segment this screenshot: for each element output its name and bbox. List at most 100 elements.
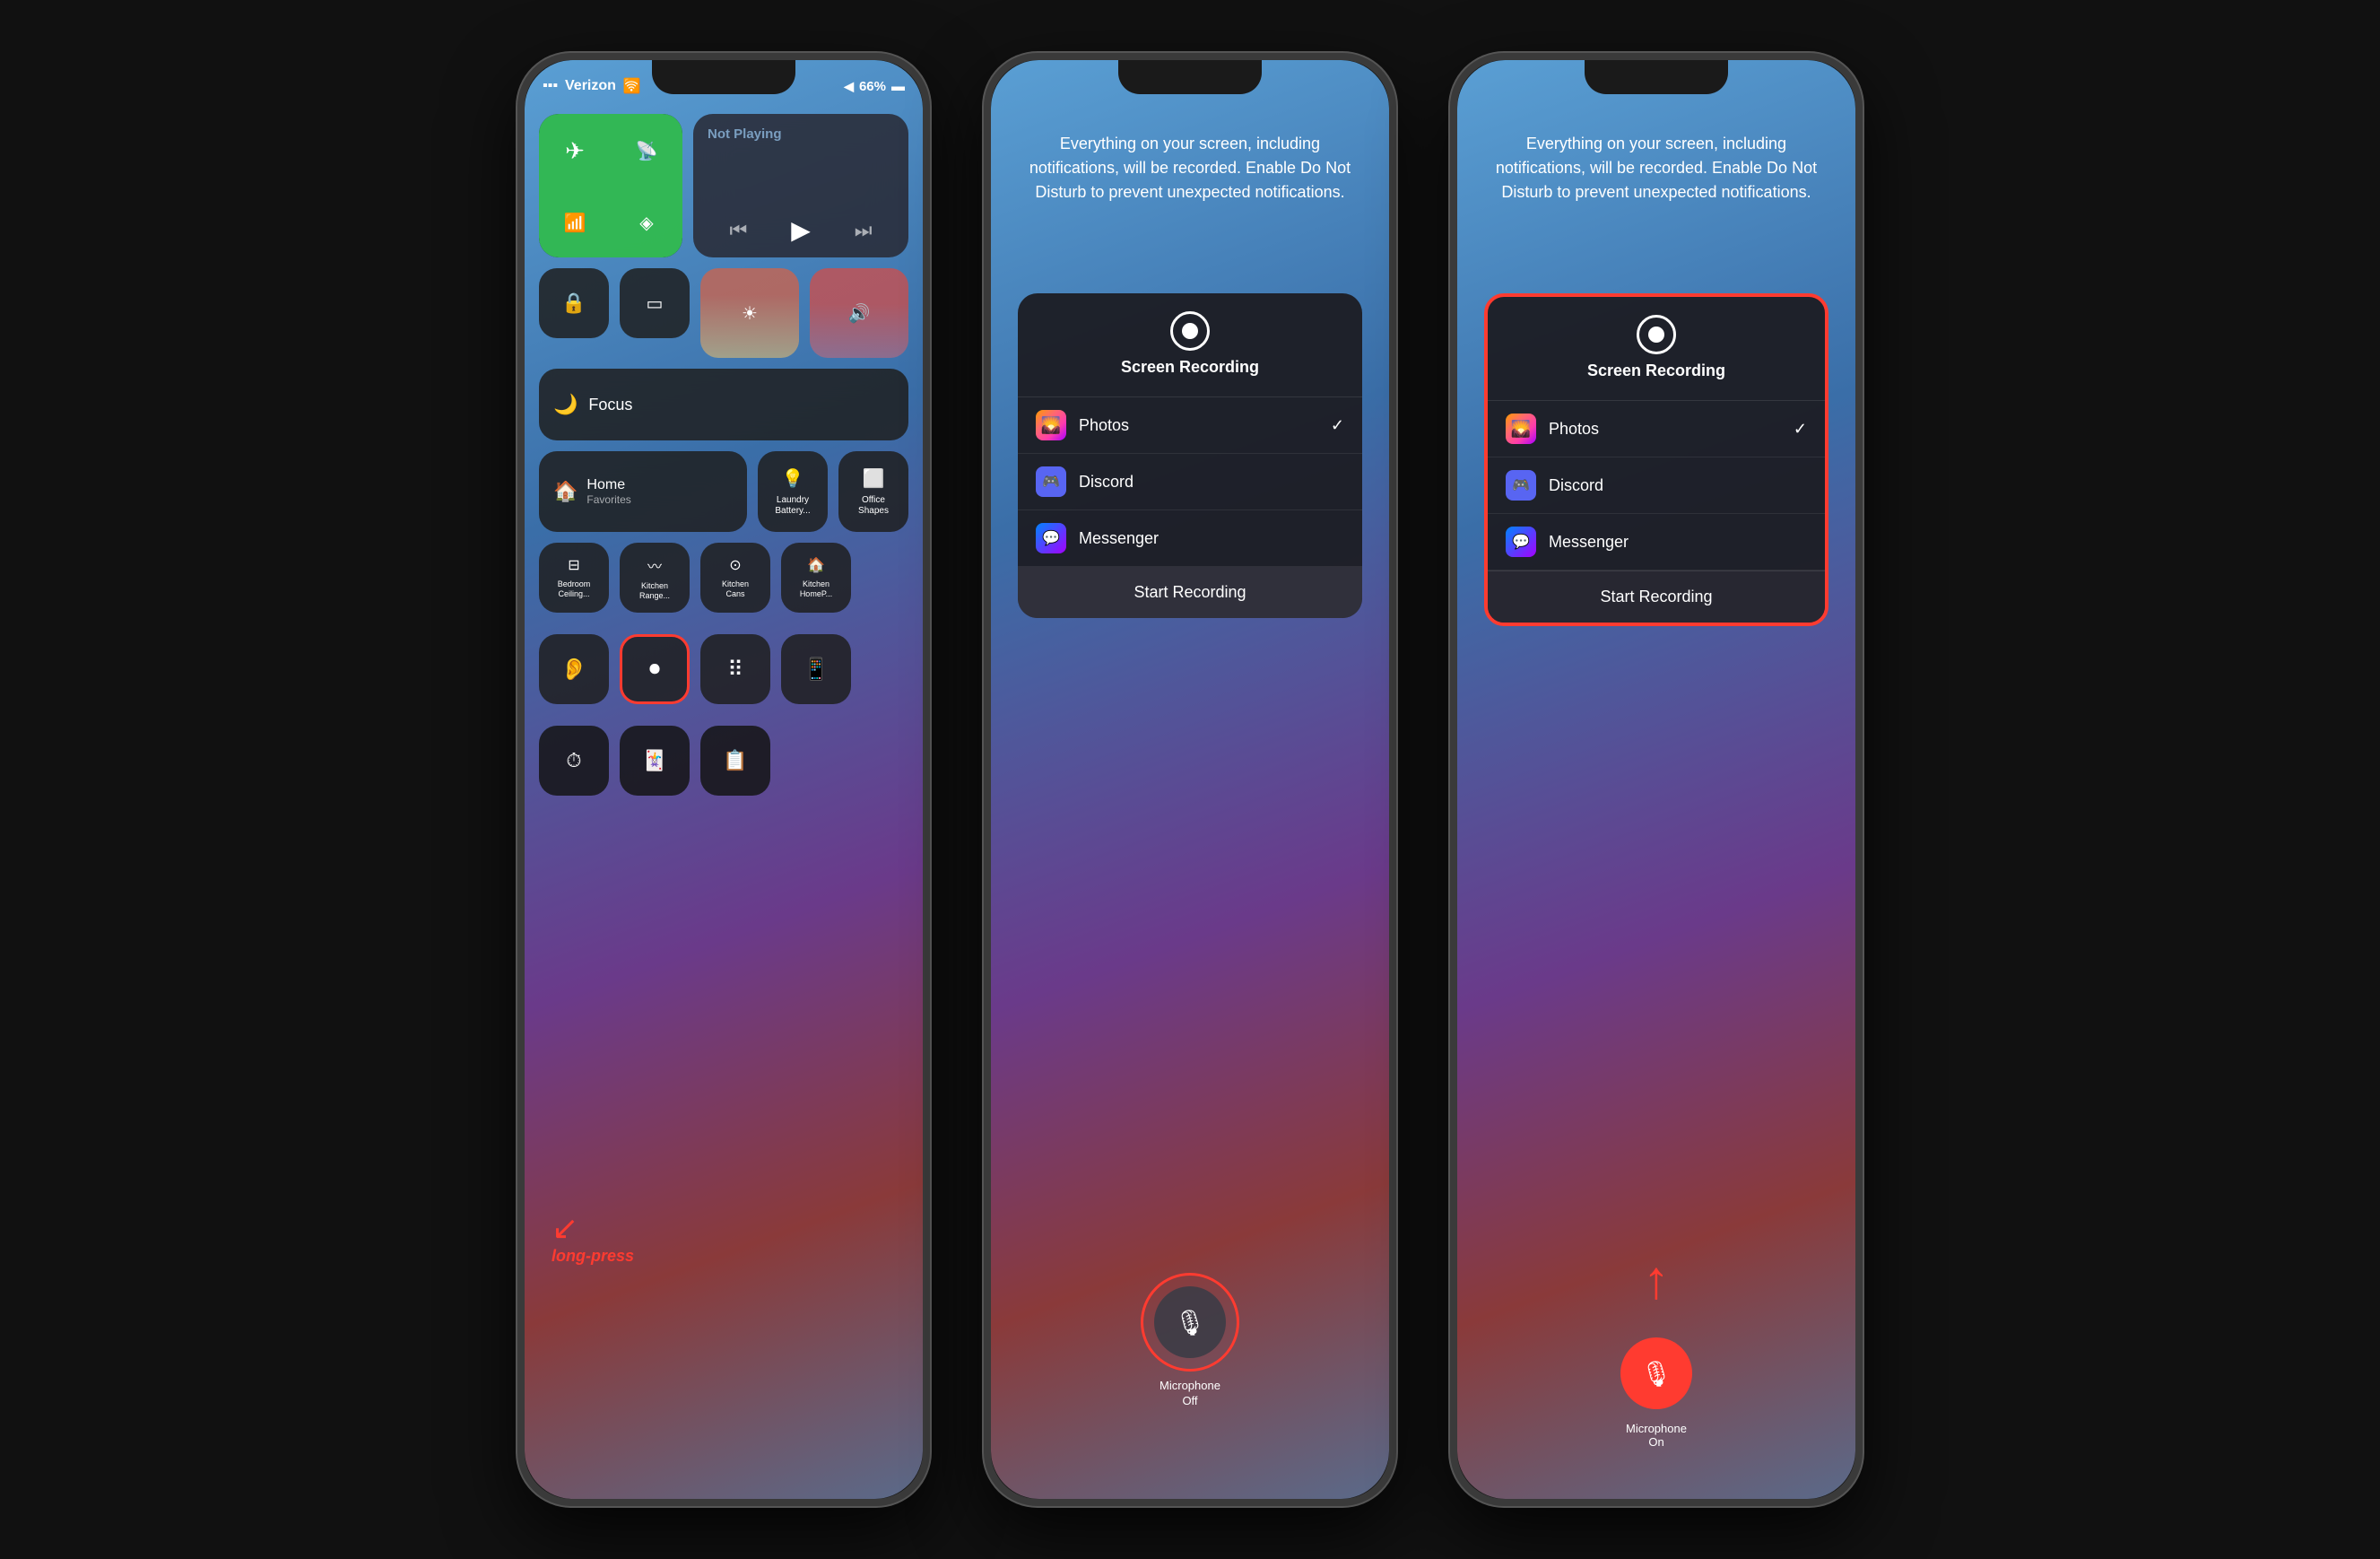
focus-label: Focus — [588, 396, 632, 414]
brightness-icon: ☀ — [742, 302, 758, 325]
now-playing-title: Not Playing — [708, 126, 894, 142]
kitchen-range-icon: 〰 — [647, 554, 662, 576]
photos-app-item[interactable]: 🌄 Photos ✓ — [1018, 397, 1362, 454]
record-circle-icon — [1170, 311, 1210, 351]
screen-record-button[interactable]: ⏺ — [620, 634, 690, 704]
recording-notice-2: Everything on your screen, including not… — [1018, 132, 1362, 205]
notch-2 — [1118, 60, 1262, 94]
discord-app-item[interactable]: 🎮 Discord — [1018, 454, 1362, 510]
battery-icon: ▬ — [891, 79, 905, 94]
wifi-status-icon: 🛜 — [623, 77, 641, 95]
photos-app-item-3[interactable]: 🌄 Photos ✓ — [1488, 401, 1825, 457]
kitchen-range-label: KitchenRange... — [639, 581, 670, 601]
battery-label: 66% — [859, 79, 886, 94]
bluetooth-button[interactable]: ◈ — [611, 188, 682, 257]
office-shapes-tile[interactable]: ⬜ OfficeShapes — [838, 451, 908, 532]
play-pause-button[interactable]: ▶ — [791, 215, 811, 245]
photos-checkmark: ✓ — [1331, 416, 1344, 435]
microphone-icon: 🎙 — [1174, 1308, 1206, 1337]
now-playing-panel: Not Playing ⏮ ▶ ⏭ — [693, 114, 908, 257]
brightness-slider[interactable]: ☀ — [700, 268, 799, 358]
record-dot-3 — [1648, 327, 1664, 343]
screen-mirror-button[interactable]: ▭ — [620, 268, 690, 338]
discord-icon: 🎮 — [1036, 466, 1066, 497]
clock-button[interactable]: ⏱ — [539, 726, 609, 796]
office-icon: ⬜ — [863, 467, 885, 490]
volume-icon: 🔊 — [848, 302, 871, 325]
long-press-label: long-press — [552, 1247, 634, 1266]
phone-3: Everything on your screen, including not… — [1450, 53, 1863, 1506]
recording-panel-2: Screen Recording 🌄 Photos ✓ 🎮 Discord 💬 — [1018, 293, 1362, 618]
media-controls: ⏮ ▶ ⏭ — [708, 215, 894, 245]
photos-label: Photos — [1079, 416, 1129, 435]
wallet-icon: 🃏 — [642, 749, 666, 772]
discord-label: Discord — [1079, 473, 1134, 492]
mic-button-3[interactable]: 🎙 — [1620, 1337, 1692, 1409]
home-title: Home — [586, 477, 630, 493]
location-icon: ◀ — [844, 79, 854, 94]
long-press-annotation: ↙ long-press — [552, 1209, 634, 1266]
bedroom-ceiling-tile[interactable]: ⊟ BedroomCeiling... — [539, 543, 609, 613]
red-arrow-annotation: ↑ — [1643, 1249, 1670, 1311]
messenger-app-item[interactable]: 💬 Messenger — [1018, 510, 1362, 567]
kitchen-home-tile[interactable]: 🏠 KitchenHomeP... — [781, 543, 851, 613]
moon-icon: 🌙 — [553, 393, 578, 416]
home-subtitle: Favorites — [586, 493, 630, 506]
mic-label-3: Microphone On — [1626, 1422, 1687, 1449]
photos-label-3: Photos — [1549, 420, 1599, 439]
recording-panel-title-3: Screen Recording — [1502, 361, 1811, 380]
app-list-3: 🌄 Photos ✓ 🎮 Discord 💬 Messenger — [1488, 400, 1825, 570]
messenger-icon: 💬 — [1036, 523, 1066, 553]
notes-button[interactable]: 📋 — [700, 726, 770, 796]
mic-area-2: 🎙 Microphone Off — [1141, 1273, 1239, 1409]
office-label: OfficeShapes — [858, 495, 889, 517]
focus-button[interactable]: 🌙 Focus — [539, 369, 908, 440]
record-dot — [1182, 323, 1198, 339]
lock-rotation-icon: 🔒 — [561, 292, 586, 315]
kitchen-home-icon: 🏠 — [807, 556, 825, 574]
volume-slider[interactable]: 🔊 — [810, 268, 908, 358]
discord-app-item-3[interactable]: 🎮 Discord — [1488, 457, 1825, 514]
mirror-icon: ▭ — [647, 292, 664, 315]
cellular-button[interactable]: 📡 — [611, 114, 682, 188]
home-favorites-button[interactable]: 🏠 Home Favorites — [539, 451, 747, 532]
carrier-label: Verizon — [565, 78, 616, 94]
remote-button[interactable]: 📱 — [781, 634, 851, 704]
start-recording-button[interactable]: Start Recording — [1018, 567, 1362, 618]
calculator-button[interactable]: ⠿ — [700, 634, 770, 704]
mic-label-2: Microphone Off — [1160, 1379, 1220, 1409]
recording-panel-3-highlighted: Screen Recording 🌄 Photos ✓ 🎮 Discord 💬 — [1484, 293, 1828, 626]
recording-panel-title: Screen Recording — [1032, 358, 1348, 377]
airplane-mode-button[interactable]: ✈ — [539, 114, 611, 188]
mic-circle-outline: 🎙 — [1141, 1273, 1239, 1372]
prev-track-button[interactable]: ⏮ — [729, 219, 747, 242]
record-circle-icon-3 — [1637, 315, 1676, 354]
wifi-button[interactable]: 📶 — [539, 188, 611, 257]
mic-button-2[interactable]: 🎙 — [1154, 1286, 1226, 1358]
kitchen-home-label: KitchenHomeP... — [800, 579, 832, 599]
kitchen-range-tile[interactable]: 〰 KitchenRange... — [620, 543, 690, 613]
bedroom-icon: ⊟ — [568, 556, 579, 574]
next-track-button[interactable]: ⏭ — [855, 219, 873, 242]
messenger-app-item-3[interactable]: 💬 Messenger — [1488, 514, 1825, 570]
bedroom-label: BedroomCeiling... — [558, 579, 591, 599]
start-recording-button-3[interactable]: Start Recording — [1488, 570, 1825, 623]
app-list: 🌄 Photos ✓ 🎮 Discord 💬 Messenger — [1018, 396, 1362, 567]
screen-lock-button[interactable]: 🔒 — [539, 268, 609, 338]
wallet-button[interactable]: 🃏 — [620, 726, 690, 796]
laundry-label: LaundryBattery... — [775, 495, 810, 517]
kitchen-cans-tile[interactable]: ⊙ KitchenCans — [700, 543, 770, 613]
notes-icon: 📋 — [723, 749, 747, 772]
kitchen-cans-label: KitchenCans — [722, 579, 749, 599]
hearing-button[interactable]: 👂 — [539, 634, 609, 704]
calculator-icon: ⠿ — [727, 657, 743, 683]
messenger-label: Messenger — [1079, 529, 1159, 548]
clock-icon: ⏱ — [566, 749, 581, 772]
ear-icon: 👂 — [560, 657, 587, 683]
laundry-battery-tile[interactable]: 💡 LaundryBattery... — [758, 451, 828, 532]
laundry-icon: 💡 — [782, 467, 804, 490]
phone-1: ▪▪▪ Verizon 🛜 ◀ 66% ▬ ✈ 📡 📶 — [517, 53, 930, 1506]
signal-icon: ▪▪▪ — [543, 78, 558, 94]
discord-icon-3: 🎮 — [1506, 470, 1536, 501]
notch-3 — [1585, 60, 1728, 94]
